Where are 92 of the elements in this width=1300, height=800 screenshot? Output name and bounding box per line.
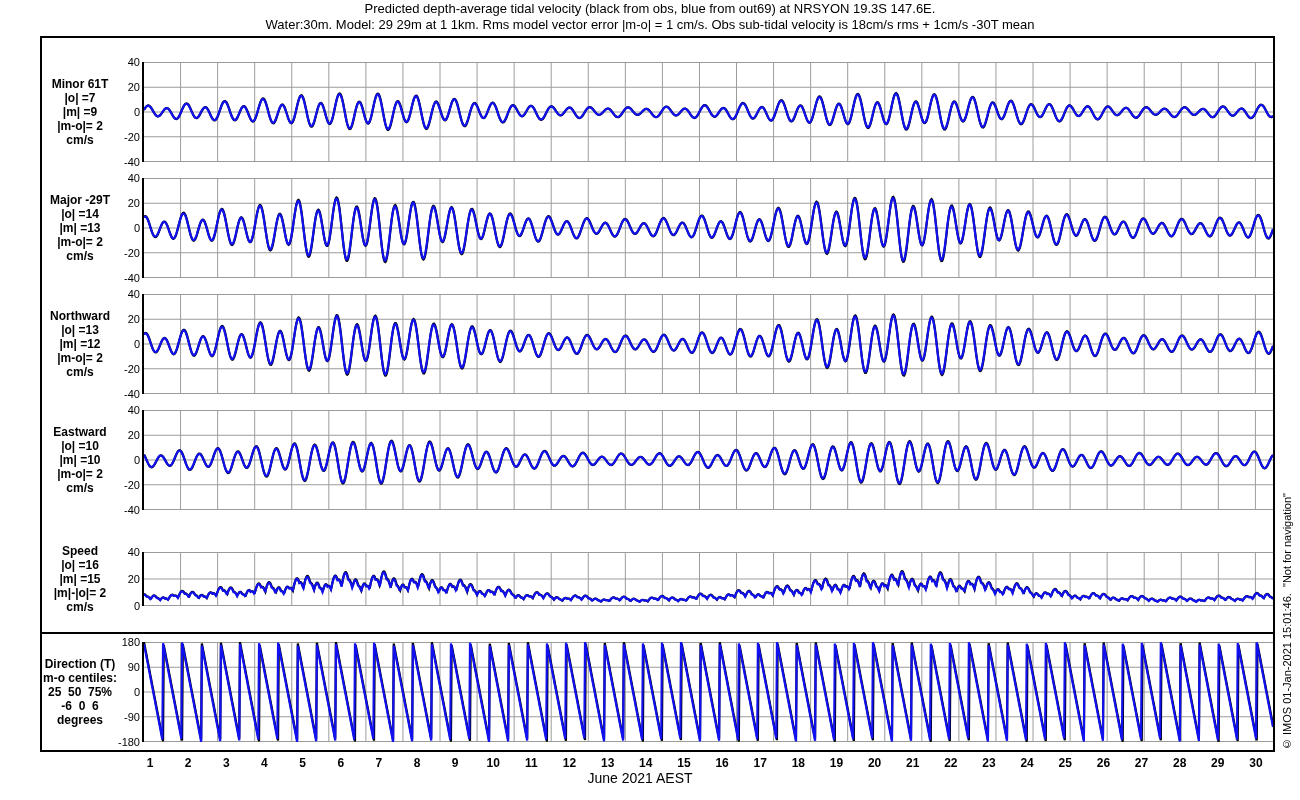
x-tick-label: 3: [222, 756, 231, 770]
panel-label: |m-o|= 2: [57, 351, 103, 365]
x-tick-label: 14: [638, 756, 654, 770]
x-tick-label: 27: [1133, 756, 1150, 770]
panel-label: cm/s: [66, 249, 94, 263]
panel-label: |m| =9: [62, 105, 98, 119]
panel-label: |m| =13: [59, 221, 101, 235]
x-tick-label: 5: [298, 756, 307, 770]
x-tick-label: 1: [145, 756, 155, 770]
y-tick-label: 0: [133, 106, 140, 118]
y-tick-label: -40: [124, 388, 140, 400]
y-tick-label: 0: [133, 454, 140, 466]
x-tick-label: 23: [981, 756, 997, 770]
panel-label: Speed: [62, 544, 98, 558]
y-tick-label: 40: [127, 546, 140, 558]
panel-label: |m-o|= 2: [57, 235, 103, 249]
y-tick-label: 0: [133, 222, 140, 234]
chart-title: Water:30m. Model: 29 29m at 1 1km. Rms model vector error |m-o| = 1 cm/s. Obs sub-tidal velocity is 18cm/s rms + 1cm/s -30T mean: [265, 17, 1035, 33]
x-tick-label: 4: [260, 756, 269, 770]
y-tick-label: 180: [121, 636, 140, 648]
y-tick-label: 20: [127, 81, 140, 93]
x-tick-label: 16: [714, 756, 730, 770]
y-tick-label: 20: [127, 197, 140, 209]
x-tick-label: 7: [374, 756, 384, 770]
panel-label: Eastward: [53, 425, 107, 439]
panel-label: |m| =15: [59, 572, 101, 586]
y-tick-label: -20: [124, 479, 140, 491]
y-tick-label: -40: [124, 156, 140, 168]
panel-label: |m| =12: [59, 337, 101, 351]
x-tick-label: 10: [485, 756, 501, 770]
panel-label: |m| =10: [59, 453, 101, 467]
x-tick-label: 21: [905, 756, 921, 770]
y-tick-label: 0: [133, 686, 140, 698]
x-tick-label: 15: [676, 756, 692, 770]
x-tick-label: 13: [599, 756, 616, 770]
y-tick-label: -20: [124, 131, 140, 143]
x-tick-label: 30: [1248, 756, 1264, 770]
panel-label: Minor 61T: [51, 77, 109, 91]
x-tick-label: 8: [412, 756, 422, 770]
panel-label: -6 0 6: [61, 699, 99, 713]
x-axis-label: June 2021 AEST: [587, 770, 693, 786]
y-tick-label: 40: [127, 288, 140, 300]
panel-label: Direction (T): [44, 657, 116, 671]
y-tick-label: 0: [133, 600, 140, 612]
panel-label: |o| =14: [61, 207, 99, 221]
x-tick-label: 24: [1019, 756, 1035, 770]
x-tick-label: 25: [1057, 756, 1073, 770]
panel-label: |o| =10: [61, 439, 99, 453]
x-tick-label: 28: [1171, 756, 1188, 770]
x-tick-label: 20: [866, 756, 883, 770]
panel-label: cm/s: [66, 365, 94, 379]
x-tick-label: 17: [752, 756, 768, 770]
y-tick-label: 20: [127, 313, 140, 325]
y-tick-label: 90: [127, 661, 140, 673]
x-tick-label: 22: [943, 756, 959, 770]
y-tick-label: 20: [127, 429, 140, 441]
y-tick-label: -180: [117, 736, 140, 748]
x-tick-label: 29: [1210, 756, 1226, 770]
x-tick-label: 19: [828, 756, 845, 770]
y-tick-label: -90: [124, 711, 140, 723]
panel-label: cm/s: [66, 133, 94, 147]
panel-label: Northward: [50, 309, 110, 323]
y-tick-label: -40: [124, 272, 140, 284]
x-tick-label: 9: [450, 756, 460, 770]
x-tick-label: 26: [1095, 756, 1112, 770]
y-tick-label: -20: [124, 363, 140, 375]
panel-label: |m|-|o|= 2: [53, 586, 107, 600]
x-tick-label: 2: [183, 756, 193, 770]
x-tick-label: 11: [524, 756, 539, 770]
panel-label: |o| =13: [61, 323, 99, 337]
y-tick-label: -20: [124, 247, 140, 259]
copyright-note: © IMOS 01-Jan-2021 15:01:46. "Not for navigation": [1280, 492, 1295, 750]
panel-label: |m-o|= 2: [57, 467, 103, 481]
y-tick-label: 0: [133, 338, 140, 350]
panel-label: cm/s: [66, 481, 94, 495]
panel-label: |m-o|= 2: [57, 119, 103, 133]
y-tick-label: 40: [127, 404, 140, 416]
x-tick-label: 18: [790, 756, 806, 770]
y-tick-label: -40: [124, 504, 140, 516]
x-tick-label: 6: [336, 756, 346, 770]
panel-label: cm/s: [66, 600, 94, 614]
panel-label: |o| =16: [61, 558, 99, 572]
panel-label: degrees: [57, 713, 103, 727]
y-tick-label: 40: [127, 172, 140, 184]
y-tick-label: 40: [127, 56, 140, 68]
x-tick-label: 12: [561, 756, 578, 770]
chart-title: Predicted depth-average tidal velocity (black from obs, blue from out69) at NRSYON 19.3S 147.6E.: [364, 1, 936, 17]
y-tick-label: 20: [127, 573, 140, 585]
panel-label: 25 50 75%: [47, 685, 113, 699]
panel-label: Major -29T: [50, 193, 110, 207]
panel-label: m-o centiles:: [43, 671, 117, 685]
panel-label: |o| =7: [64, 91, 96, 105]
